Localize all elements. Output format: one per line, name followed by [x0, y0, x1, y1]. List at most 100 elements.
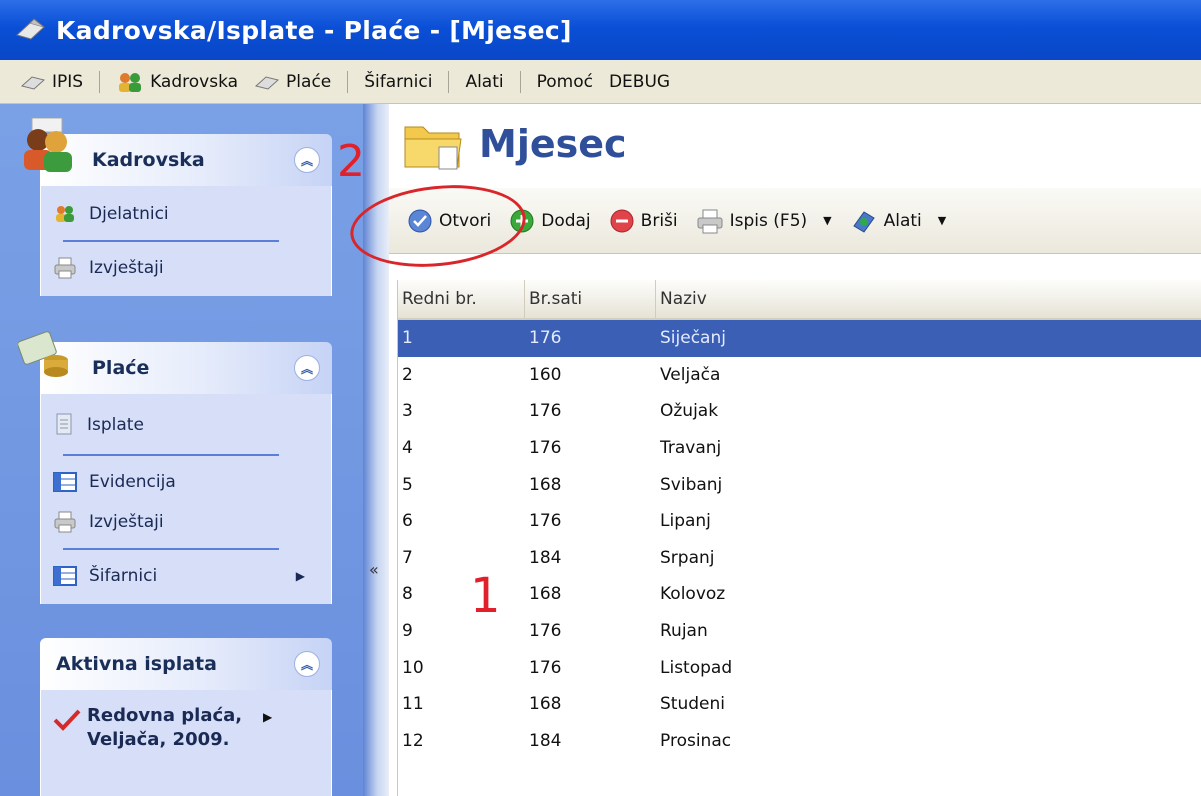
divider — [63, 548, 279, 550]
table-row[interactable]: 4 176 Travanj — [398, 430, 1201, 467]
menu-ipis-label: IPIS — [52, 71, 84, 92]
delete-button[interactable]: Briši — [609, 208, 678, 234]
menu-debug[interactable]: DEBUG — [601, 72, 678, 92]
table-cell: 184 — [529, 730, 562, 751]
table-cell: 176 — [529, 401, 562, 422]
table-icon — [53, 472, 77, 492]
collapse-icon[interactable]: ︽ — [294, 355, 320, 381]
menu-sifarnici-label: Šifarnici — [364, 71, 433, 92]
menu-place[interactable]: Plaće — [246, 72, 339, 92]
people-icon — [119, 72, 142, 92]
printer-icon — [54, 257, 76, 279]
table-cell: 10 — [402, 657, 424, 678]
annotation-number-1: 1 — [470, 568, 501, 624]
panel-place-title: Plaće — [92, 357, 150, 379]
panel-place: Plaće ︽ Isplate Evidencija Izvještaji Ši — [18, 331, 332, 604]
menu-alati-label: Alati — [465, 71, 504, 92]
table-row[interactable]: 6 176 Lipanj — [398, 503, 1201, 540]
sidebar: Kadrovska ︽ Djelatnici Izvještaji Plaće — [0, 104, 363, 796]
sidebar-item-djelatnici[interactable]: Djelatnici — [53, 194, 319, 234]
table-cell: Listopad — [660, 657, 733, 678]
active-payment[interactable]: Redovna plaća, Veljača, 2009. ▶ — [53, 704, 319, 752]
divider — [63, 454, 279, 456]
panel-aktivna-isplata: Aktivna isplata ︽ Redovna plaća, Veljača… — [40, 638, 332, 796]
menu-ipis[interactable]: IPIS — [12, 72, 91, 92]
column-header-redni-br[interactable]: Redni br. — [398, 280, 525, 318]
print-button[interactable]: Ispis (F5) ▼ — [696, 208, 832, 234]
menu-pomoc[interactable]: Pomoć — [529, 72, 601, 92]
print-button-label: Ispis (F5) — [729, 210, 808, 231]
menu-separator — [519, 70, 521, 93]
table-cell: 168 — [529, 584, 562, 605]
menu-pomoc-label: Pomoć — [536, 71, 593, 92]
menu-kadrovska[interactable]: Kadrovska — [108, 71, 246, 93]
collapse-icon[interactable]: ︽ — [294, 651, 320, 677]
people-icon — [56, 206, 74, 222]
panel-aktivna-title: Aktivna isplata — [56, 653, 217, 675]
collapse-icon[interactable]: ︽ — [294, 147, 320, 173]
table-cell: 168 — [529, 694, 562, 715]
table-icon — [53, 566, 77, 586]
menu-debug-label: DEBUG — [608, 71, 671, 92]
sidebar-item-sifarnici[interactable]: Šifarnici ▶ — [53, 556, 319, 596]
sidebar-item-label: Evidencija — [89, 472, 176, 492]
menu-alati[interactable]: Alati — [457, 72, 511, 92]
menu-separator — [99, 70, 101, 93]
annotation-number-2: 2 — [337, 136, 365, 187]
table-cell: 11 — [402, 694, 424, 715]
data-grid: Redni br. Br.sati Naziv 1 176 Siječanj 2 160… — [397, 280, 1201, 796]
sidebar-item-label: Izvještaji — [89, 258, 164, 278]
dropdown-arrow-icon[interactable]: ▼ — [938, 214, 946, 227]
column-header-naziv[interactable]: Naziv — [656, 280, 1201, 318]
table-row[interactable]: 10 176 Listopad — [398, 649, 1201, 686]
menu-sifarnici[interactable]: Šifarnici — [356, 72, 440, 92]
table-cell: 176 — [529, 438, 562, 459]
table-cell: 8 — [402, 584, 413, 605]
divider — [63, 240, 279, 242]
minus-circle-icon — [610, 209, 634, 232]
table-cell: 6 — [402, 511, 413, 532]
menu-separator — [347, 70, 349, 93]
page-title: Mjesec — [479, 122, 627, 166]
tools-button[interactable]: Alati ▼ — [850, 208, 946, 234]
sidebar-item-izvjestaji[interactable]: Izvještaji — [53, 502, 319, 542]
add-button-label: Dodaj — [541, 210, 591, 231]
grid-header: Redni br. Br.sati Naziv — [398, 280, 1201, 320]
document-icon — [56, 413, 72, 435]
panel-place-header[interactable]: Plaće ︽ — [18, 331, 332, 394]
table-row[interactable]: 3 176 Ožujak — [398, 393, 1201, 430]
column-header-br-sati[interactable]: Br.sati — [525, 280, 656, 318]
table-row[interactable]: 9 176 Rujan — [398, 613, 1201, 650]
money-icon — [18, 331, 68, 377]
sidebar-item-label: Šifarnici — [89, 566, 158, 586]
table-row[interactable]: 5 168 Svibanj — [398, 466, 1201, 503]
sidebar-item-izvjestaji[interactable]: Izvještaji — [53, 248, 319, 288]
table-cell: Siječanj — [660, 328, 726, 349]
table-cell: Travanj — [660, 438, 722, 459]
table-cell: Ožujak — [660, 401, 719, 422]
sidebar-item-isplate[interactable]: Isplate — [53, 402, 319, 448]
panel-kadrovska-header[interactable]: Kadrovska ︽ — [24, 118, 332, 186]
menu-bar: IPIS Kadrovska Plaće Šifarnici Alati Pom… — [0, 60, 1201, 104]
dropdown-arrow-icon[interactable]: ▼ — [823, 214, 831, 227]
panel-aktivna-header[interactable]: Aktivna isplata ︽ — [40, 638, 332, 690]
table-cell: Prosinac — [660, 730, 732, 751]
table-row[interactable]: 7 184 Srpanj — [398, 540, 1201, 577]
table-cell: 160 — [529, 364, 562, 385]
sidebar-item-label: Isplate — [87, 415, 144, 435]
sidebar-item-evidencija[interactable]: Evidencija — [53, 462, 319, 502]
table-row[interactable]: 2 160 Veljača — [398, 357, 1201, 394]
table-row[interactable]: 1 176 Siječanj — [398, 320, 1201, 357]
table-row[interactable]: 12 184 Prosinac — [398, 723, 1201, 760]
table-cell: 5 — [402, 474, 413, 495]
menu-place-label: Plaće — [286, 71, 332, 92]
panel-kadrovska-title: Kadrovska — [92, 149, 205, 171]
delete-button-label: Briši — [640, 210, 678, 231]
collapse-left-icon[interactable]: « — [369, 560, 379, 579]
table-cell: Veljača — [660, 364, 721, 385]
table-cell: 1 — [402, 328, 413, 349]
table-cell: Studeni — [660, 694, 725, 715]
table-row[interactable]: 11 168 Studeni — [398, 686, 1201, 723]
table-row[interactable]: 8 168 Kolovoz — [398, 576, 1201, 613]
menu-kadrovska-label: Kadrovska — [150, 71, 239, 92]
